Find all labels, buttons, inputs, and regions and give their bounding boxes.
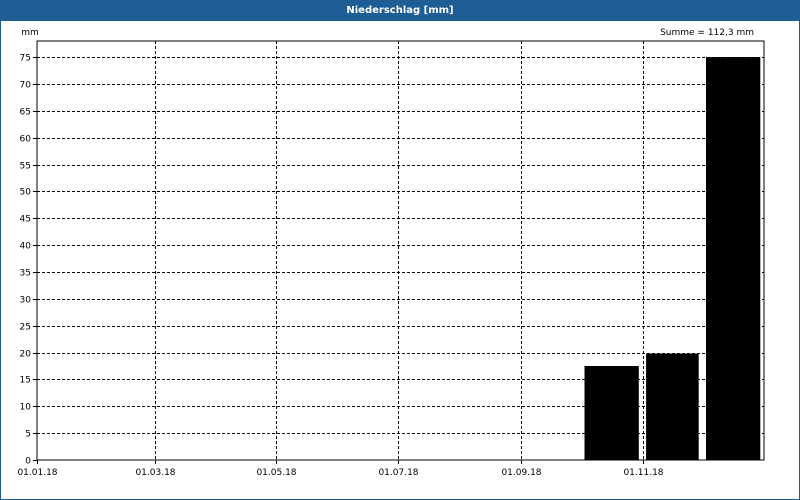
y-tick-label: 65: [20, 108, 31, 118]
bar: [706, 57, 761, 460]
y-tick-label: 40: [20, 242, 32, 252]
x-tick-label: 01.11.18: [623, 468, 663, 478]
y-tick-label: 20: [20, 350, 32, 360]
y-tick-label: 60: [20, 135, 32, 145]
y-tick-label: 5: [25, 430, 31, 440]
bar: [646, 353, 699, 460]
bars-layer: [584, 57, 761, 460]
y-axis-label: mm: [21, 28, 39, 38]
y-tick-label: 75: [20, 54, 31, 64]
chart-svg: mm Summe = 112,3 mm 0 5 10 15 20 25 30 35 40 45 50…: [17, 28, 765, 478]
y-tick-label: 0: [25, 457, 31, 467]
x-tick-label: 01.05.18: [256, 468, 296, 478]
y-tick-label: 50: [20, 188, 32, 198]
y-tick-label: 35: [20, 269, 31, 279]
x-tick-label: 01.09.18: [501, 468, 541, 478]
y-tick-label: 55: [20, 162, 31, 172]
x-tick-label: 01.01.18: [17, 468, 57, 478]
y-tick-label: 15: [20, 376, 31, 386]
x-tick-label: 01.07.18: [378, 468, 418, 478]
y-tick-label: 30: [20, 296, 32, 306]
x-tick-label: 01.03.18: [135, 468, 175, 478]
y-tick-label: 25: [20, 323, 31, 333]
y-tick-label: 70: [20, 81, 32, 91]
y-tick-label: 45: [20, 215, 31, 225]
y-tick-label: 10: [20, 403, 32, 413]
bar: [584, 366, 639, 460]
sum-annotation: Summe = 112,3 mm: [660, 28, 754, 38]
